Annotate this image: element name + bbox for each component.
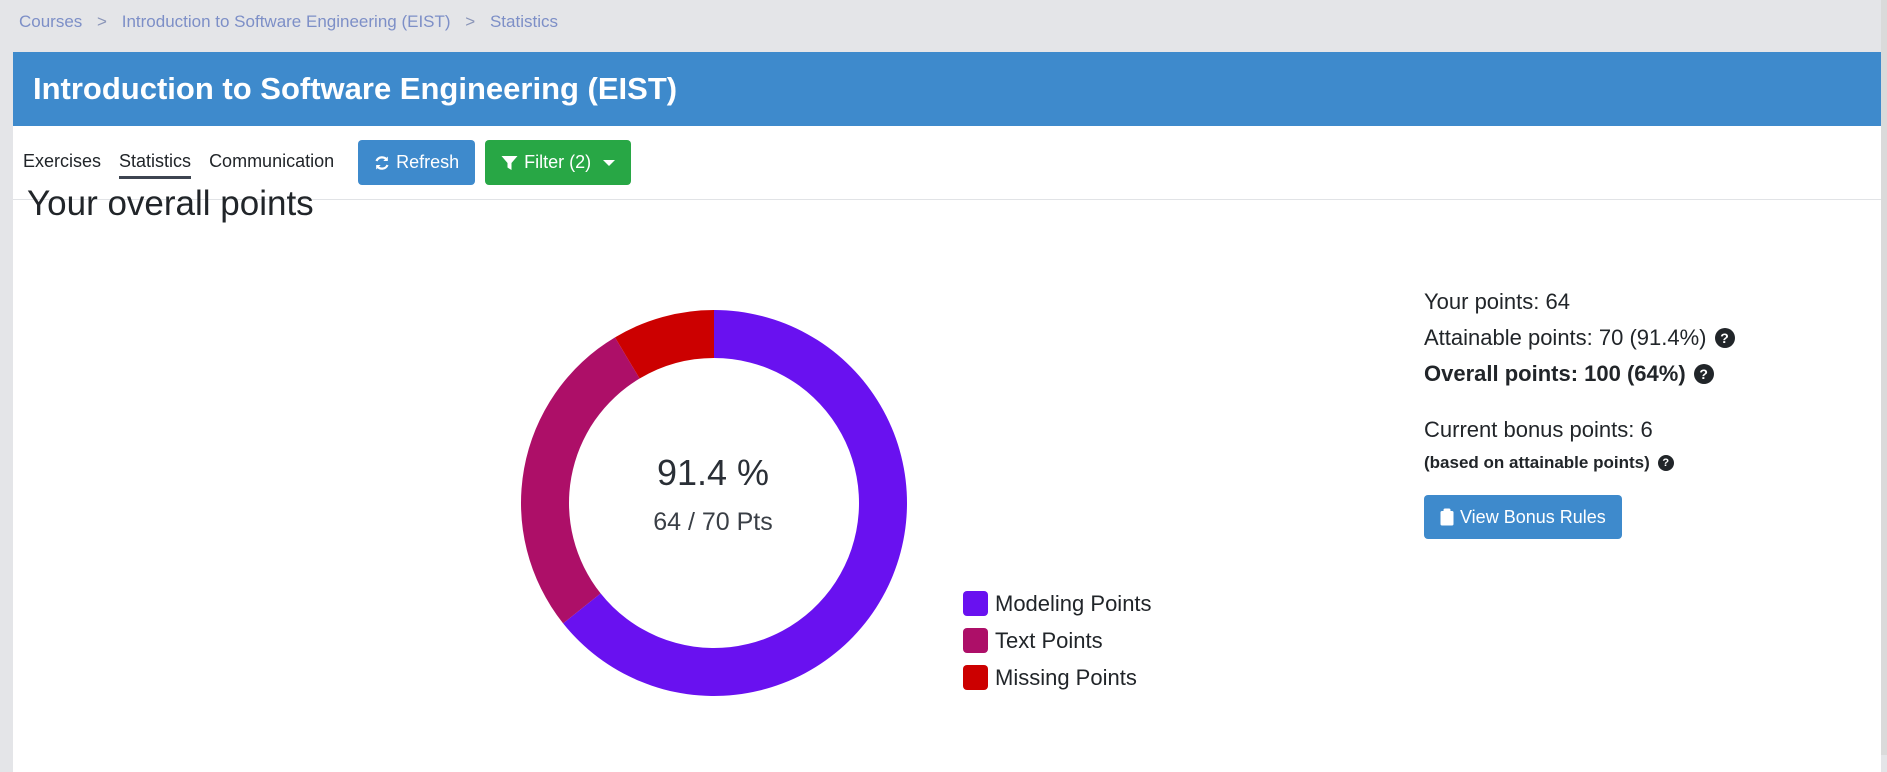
legend-label: Missing Points [995,664,1137,690]
overall-points: Overall points: 100 (64%) ? [1424,356,1735,392]
view-bonus-rules-button[interactable]: View Bonus Rules [1424,495,1622,539]
legend-item[interactable]: Text Points [950,622,1152,659]
legend-label: Text Points [995,627,1103,653]
help-icon[interactable]: ? [1714,328,1735,348]
breadcrumb-separator: > [465,12,476,31]
scrollbar[interactable] [1881,0,1887,755]
breadcrumb-statistics[interactable]: Statistics [490,12,558,32]
view-bonus-rules-label: View Bonus Rules [1460,506,1606,527]
bonus-basis-text: (based on attainable points) [1424,453,1650,472]
attainable-points: Attainable points: 70 (91.4%) ? [1424,320,1735,356]
help-icon[interactable]: ? [1693,364,1714,384]
legend-label: Modeling Points [995,590,1152,616]
help-icon[interactable]: ? [1657,455,1674,471]
current-bonus-points: Current bonus points: 6 [1424,412,1674,448]
donut-center-points: 64 / 70 Pts [653,508,773,536]
your-points-text: Your points: 64 [1424,289,1570,314]
section-title: Your overall points [27,184,314,223]
points-summary: Your points: 64 Attainable points: 70 (9… [1424,284,1735,392]
breadcrumb-separator: > [97,12,107,31]
tab-communication[interactable]: Communication [209,151,334,179]
course-title: Introduction to Software Engineering (EI… [33,71,678,106]
current-bonus-text: Current bonus points: 6 [1424,417,1653,442]
breadcrumb-course[interactable]: Introduction to Software Engineering (EI… [122,12,451,32]
legend-item[interactable]: Missing Points [950,659,1152,696]
overall-points-text: Overall points: 100 (64%) [1424,361,1686,386]
legend-swatch [963,628,988,653]
refresh-button[interactable]: Refresh [358,140,476,185]
chevron-down-icon [603,159,616,166]
legend-swatch [963,591,988,616]
filter-button[interactable]: Filter (2) [485,140,632,185]
tab-statistics[interactable]: Statistics [119,151,192,179]
refresh-label: Refresh [396,152,460,172]
bonus-basis: (based on attainable points) ? [1424,448,1674,478]
breadcrumb-courses[interactable]: Courses [19,12,82,32]
refresh-icon [375,155,389,170]
chart-legend: Modeling Points Text Points Missing Points [950,585,1152,696]
your-points: Your points: 64 [1424,284,1735,320]
breadcrumb: Courses > Introduction to Software Engin… [19,12,558,32]
donut-center-percent: 91.4 % [656,452,770,493]
legend-item[interactable]: Modeling Points [950,585,1152,622]
tab-exercises[interactable]: Exercises [23,151,101,179]
bonus-summary: Current bonus points: 6 (based on attain… [1424,412,1674,478]
course-header: Introduction to Software Engineering (EI… [13,52,1881,126]
attainable-points-text: Attainable points: 70 (91.4%) [1424,325,1707,350]
filter-label: Filter (2) [524,152,592,172]
clipboard-icon [1440,508,1454,526]
filter-icon [501,155,518,170]
points-donut-chart [521,310,907,696]
legend-swatch [963,665,988,690]
